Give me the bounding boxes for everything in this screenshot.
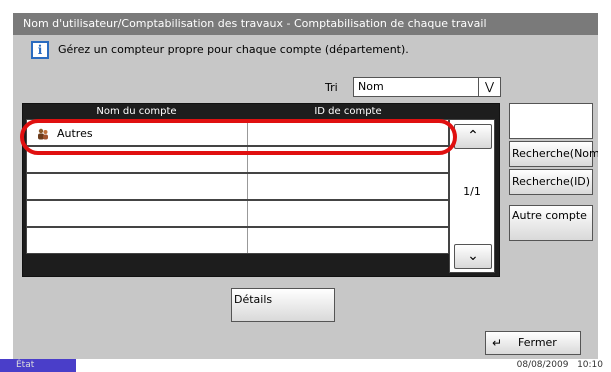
status-bar: État 08/08/2009 10:10	[0, 359, 611, 372]
empty-display-box	[509, 103, 593, 139]
column-divider	[247, 228, 248, 253]
column-header-account-id: ID de compte	[314, 106, 382, 117]
column-divider	[247, 174, 248, 199]
column-header-account-name: Nom du compte	[96, 106, 177, 117]
sort-value: Nom	[358, 80, 384, 93]
chevron-down-icon[interactable]: ⋁	[478, 78, 500, 96]
close-button[interactable]: ↵ Fermer	[485, 331, 581, 355]
search-name-button[interactable]: Recherche(Nom)	[509, 141, 598, 167]
main-screen: Nom d'utilisateur/Comptabilisation des t…	[13, 13, 598, 359]
column-divider	[247, 201, 248, 226]
datetime: 08/08/2009 10:10	[517, 359, 603, 372]
return-arrow-icon: ↵	[492, 336, 503, 350]
time: 10:10	[577, 360, 603, 370]
search-id-button[interactable]: Recherche(ID)	[509, 169, 593, 195]
table-row[interactable]	[26, 227, 449, 254]
scroll-up-button[interactable]: ⌃	[454, 124, 492, 149]
other-account-button[interactable]: Autre compte	[509, 205, 593, 241]
details-button[interactable]: Détails	[231, 288, 335, 322]
sort-label: Tri	[325, 81, 338, 94]
info-icon: i	[31, 41, 49, 59]
selection-highlight	[20, 119, 457, 155]
date: 08/08/2009	[516, 360, 569, 370]
window-title: Nom d'utilisateur/Comptabilisation des t…	[13, 13, 598, 35]
status-label[interactable]: État	[0, 359, 76, 372]
scroll-down-button[interactable]: ⌄	[454, 244, 492, 269]
page-indicator: 1/1	[463, 185, 481, 198]
sort-dropdown[interactable]: Nom ⋁	[353, 77, 501, 97]
table-row[interactable]	[26, 200, 449, 227]
table-row[interactable]	[26, 173, 449, 200]
close-button-label: Fermer	[518, 336, 557, 349]
info-message: Gérez un compteur propre pour chaque com…	[58, 43, 409, 56]
